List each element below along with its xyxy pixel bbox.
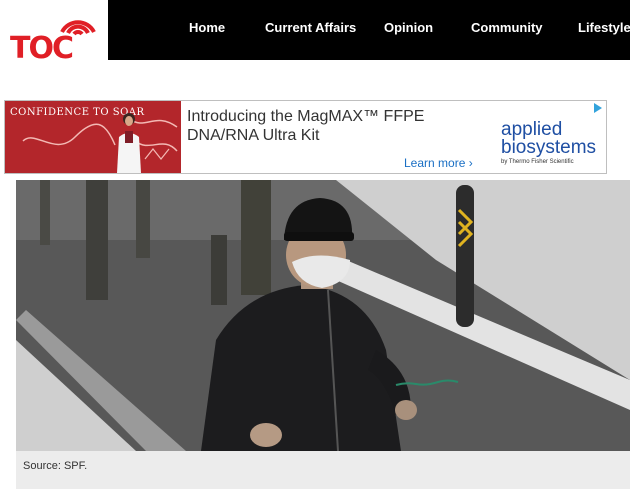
photo-caption: Source: SPF. [16,451,630,489]
ad-illustration [22,113,178,173]
nav-current-affairs[interactable]: Current Affairs [265,20,356,35]
ad-brand-subtext: by Thermo Fisher Scientific [501,159,574,165]
ad-brand-line2: biosystems [501,137,597,158]
nav-home[interactable]: Home [189,20,225,35]
cctv-scene [16,180,630,451]
advertisement-banner[interactable]: CONFIDENCE TO SOAR Introducing the MagMA… [4,100,607,174]
ad-brand-logo: applied biosystems [501,120,597,158]
logo-wordmark: TOC [10,31,74,66]
caption-text: Source: SPF. [23,460,88,472]
ad-headline: Introducing the MagMAX™ FFPE DNA/RNA Ult… [187,108,425,144]
article-photo [16,180,630,451]
nav-community[interactable]: Community [471,20,543,35]
site-logo[interactable]: TOC [0,0,108,70]
ad-image: CONFIDENCE TO SOAR [5,101,181,173]
nav-opinion[interactable]: Opinion [384,20,433,35]
site-header: TOC Home Current Affairs Opinion Communi… [0,0,630,70]
adchoices-icon[interactable] [592,102,604,114]
ad-learn-more-link[interactable]: Learn more › [404,156,473,170]
nav-lifestyle[interactable]: Lifestyle [578,20,630,35]
